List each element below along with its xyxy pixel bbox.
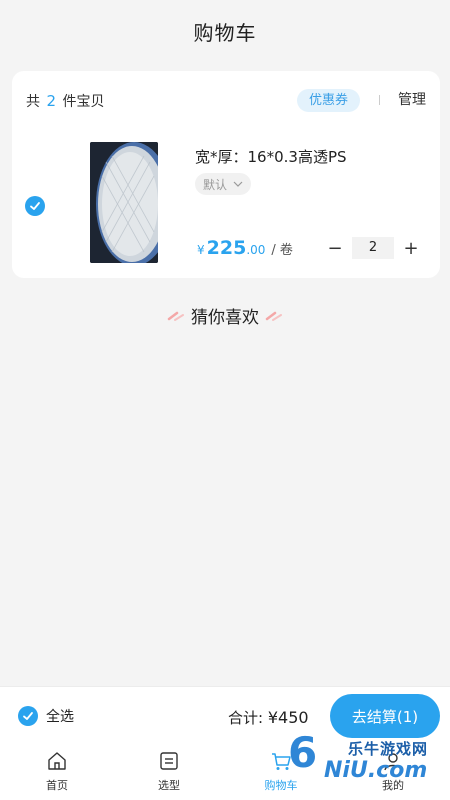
product-image[interactable] <box>90 142 158 263</box>
decrease-button[interactable]: − <box>324 237 346 259</box>
count-prefix: 共 <box>26 94 40 110</box>
spec-label: 默认 <box>203 177 228 192</box>
total-label: 合计: <box>228 709 264 727</box>
item-count-text: 共 2 件宝贝 <box>26 91 104 111</box>
price-currency: ¥ <box>197 243 205 257</box>
tab-label: 选型 <box>158 779 180 792</box>
select-all-checkbox[interactable] <box>18 706 38 726</box>
select-all-label: 全选 <box>46 709 74 725</box>
tab-home[interactable]: 首页 <box>27 750 87 793</box>
cart-card: 共 2 件宝贝 优惠券 管理 宽*厚：16*0.3高透PS 默认 ¥ 225 .… <box>12 71 440 278</box>
price-integer: 225 <box>206 237 247 259</box>
spec-selector[interactable]: 默认 <box>195 173 252 195</box>
coupon-button[interactable]: 优惠券 <box>296 89 360 112</box>
app-header: 购物车 <box>0 0 450 62</box>
check-icon <box>23 712 33 720</box>
increase-button[interactable]: + <box>400 237 422 259</box>
watermark-text: 乐牛游戏网 <box>348 740 429 758</box>
tab-select[interactable]: 选型 <box>139 750 199 793</box>
decor-right-icon <box>265 311 282 321</box>
home-icon <box>48 752 66 770</box>
recommend-title: 猜你喜欢 <box>191 308 259 328</box>
price-decimal: .00 <box>246 243 266 257</box>
select-all-toggle[interactable]: 全选 <box>18 706 74 726</box>
decor-left-icon <box>167 311 184 321</box>
product-name[interactable]: 宽*厚：16*0.3高透PS <box>195 146 347 167</box>
item-checkbox[interactable] <box>25 196 45 216</box>
chevron-down-icon <box>233 181 243 187</box>
product-price: ¥ 225 .00 / 卷 <box>197 237 293 259</box>
list-icon <box>160 752 178 770</box>
check-icon <box>30 202 40 210</box>
manage-button[interactable]: 管理 <box>398 89 426 112</box>
quantity-value[interactable]: 2 <box>352 237 394 259</box>
price-unit: / 卷 <box>271 243 293 258</box>
watermark-sub: NiU.com <box>324 758 428 783</box>
watermark-logo: 6 <box>288 728 318 777</box>
item-count: 2 <box>46 92 56 110</box>
count-suffix: 件宝贝 <box>62 94 105 110</box>
site-watermark: 6 乐牛游戏网 NiU.com <box>288 724 438 784</box>
tab-label: 首页 <box>46 779 68 792</box>
cart-summary-row: 共 2 件宝贝 优惠券 管理 <box>26 89 426 113</box>
page-title: 购物车 <box>193 20 257 45</box>
recommend-section-title: 猜你喜欢 <box>0 303 450 328</box>
divider <box>379 95 380 105</box>
quantity-stepper: − 2 + <box>324 237 422 259</box>
